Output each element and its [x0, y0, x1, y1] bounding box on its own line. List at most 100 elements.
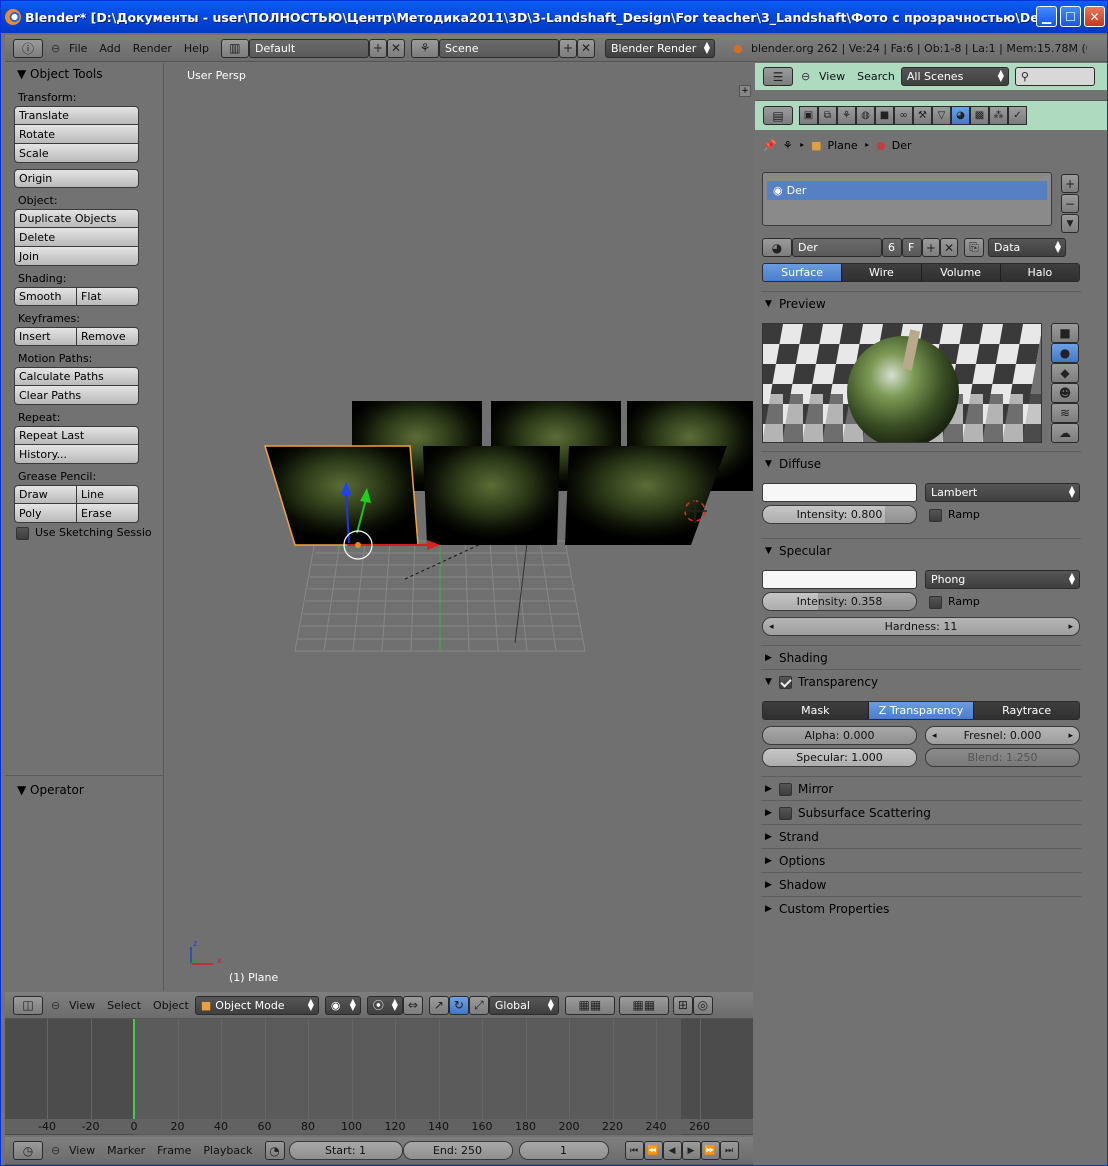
- constraints-tab-icon[interactable]: ∞: [894, 106, 913, 125]
- add-scene-button[interactable]: +: [558, 38, 577, 58]
- record-keyframe-icon[interactable]: ◔: [264, 1141, 285, 1160]
- repeat-last-button[interactable]: Repeat Last: [14, 426, 139, 445]
- timeline-editor-type[interactable]: ◷: [13, 1141, 43, 1160]
- 3d-viewport[interactable]: User Persp z x (1) Plane +: [165, 63, 753, 991]
- history-button[interactable]: History...: [14, 445, 139, 464]
- remove-slot-button[interactable]: −: [1061, 194, 1079, 213]
- menu-render[interactable]: Render: [127, 42, 178, 55]
- rotate-button[interactable]: Rotate: [14, 125, 139, 144]
- material-slot-list[interactable]: ◉ Der: [762, 172, 1052, 226]
- screen-layout-icon[interactable]: ▥: [220, 38, 249, 58]
- scene-view[interactable]: z x: [165, 63, 753, 991]
- menu-frame[interactable]: Frame: [151, 1144, 197, 1157]
- delete-button[interactable]: Delete: [14, 228, 139, 247]
- material-slot-item[interactable]: ◉ Der: [767, 181, 1047, 200]
- translate-button[interactable]: Translate: [14, 106, 139, 125]
- render-tab-icon[interactable]: ▣: [799, 106, 818, 125]
- specular-intensity-slider[interactable]: Intensity: 0.358: [762, 592, 917, 611]
- unlink-material-button[interactable]: ✕: [940, 238, 958, 257]
- shadow-header[interactable]: ▶ Shadow: [761, 875, 1081, 895]
- fresnel-field[interactable]: ◂ Fresnel: 0.000 ▸: [925, 726, 1080, 745]
- add-layout-button[interactable]: +: [368, 38, 387, 58]
- specular-header[interactable]: ▼ Specular: [761, 541, 1081, 561]
- end-frame-field[interactable]: End: 250: [402, 1141, 513, 1160]
- menu-select[interactable]: Select: [101, 999, 147, 1012]
- slot-menu-button[interactable]: ▼: [1061, 214, 1079, 233]
- current-frame-line[interactable]: [133, 1019, 135, 1119]
- specular-color-field[interactable]: [762, 570, 917, 589]
- join-button[interactable]: Join: [14, 247, 139, 266]
- prev-keyframe-button[interactable]: ⏪: [643, 1141, 663, 1160]
- insert-keyframe-button[interactable]: Insert: [14, 327, 77, 346]
- mode-z-transparency[interactable]: Z Transparency: [867, 702, 974, 719]
- menu-search[interactable]: Search: [851, 70, 901, 83]
- remove-layout-button[interactable]: ✕: [386, 38, 405, 58]
- strand-header[interactable]: ▶ Strand: [761, 827, 1081, 847]
- jump-end-button[interactable]: ⏭: [719, 1141, 739, 1160]
- fake-user-toggle[interactable]: F: [902, 238, 922, 257]
- new-material-button[interactable]: +: [922, 238, 940, 257]
- sketching-session-option[interactable]: Use Sketching Sessio: [5, 526, 163, 540]
- origin-button[interactable]: Origin: [14, 169, 139, 188]
- tab-surface[interactable]: Surface: [763, 264, 842, 281]
- hardness-field[interactable]: ◂ Hardness: 11 ▸: [762, 617, 1080, 636]
- properties-editor-type[interactable]: ▤: [763, 106, 793, 125]
- specular-alpha-slider[interactable]: Specular: 1.000: [762, 748, 917, 767]
- physics-tab-icon[interactable]: ✓: [1008, 106, 1027, 125]
- rotate-manipulator-icon[interactable]: ↻: [448, 995, 469, 1015]
- remove-scene-button[interactable]: ✕: [576, 38, 595, 58]
- specular-ramp-checkbox[interactable]: [929, 595, 942, 609]
- menu-playback[interactable]: Playback: [197, 1144, 258, 1157]
- viewport-collapse-icon[interactable]: ⊖: [51, 999, 63, 1012]
- timeline-area[interactable]: [5, 1019, 753, 1135]
- object-tools-header[interactable]: ▼ Object Tools: [5, 63, 163, 85]
- diffuse-ramp-checkbox[interactable]: [929, 508, 942, 522]
- alpha-slider[interactable]: Alpha: 0.000: [762, 726, 917, 745]
- editor-type-button[interactable]: ⓘ: [13, 38, 43, 58]
- timeline-collapse-icon[interactable]: ⊖: [51, 1144, 63, 1157]
- modifiers-tab-icon[interactable]: ⚒: [913, 106, 932, 125]
- viewport-editor-type[interactable]: ◫: [13, 995, 43, 1015]
- specular-shader-select[interactable]: Phong ▲ ▼: [925, 570, 1080, 589]
- viewport-shading-select[interactable]: ◉ ▲ ▼: [324, 995, 361, 1015]
- object-tab-icon[interactable]: ■: [875, 106, 894, 125]
- specular-ramp-option[interactable]: Ramp: [929, 595, 980, 609]
- material-tab-icon[interactable]: ◕: [951, 106, 970, 125]
- tab-halo[interactable]: Halo: [999, 264, 1079, 281]
- object-mode-select[interactable]: ■ Object Mode ▲ ▼: [194, 995, 319, 1015]
- menu-file[interactable]: File: [63, 42, 93, 55]
- collapse-menu-icon[interactable]: ⊖: [51, 42, 63, 55]
- mode-raytrace[interactable]: Raytrace: [973, 702, 1079, 719]
- scene-icon[interactable]: ⚘: [410, 38, 439, 58]
- pivot-point-select[interactable]: ⦿ ▲ ▼: [366, 995, 403, 1015]
- transparency-header[interactable]: ▼ Transparency: [761, 672, 1081, 692]
- outliner-editor-type[interactable]: ☰: [763, 67, 793, 86]
- poly-button[interactable]: Poly: [14, 504, 77, 523]
- scale-manipulator-icon[interactable]: ⤢: [468, 995, 489, 1015]
- render-engine-select[interactable]: Blender Render ▲ ▼: [604, 38, 715, 58]
- jump-start-button[interactable]: ⏮: [624, 1141, 644, 1160]
- erase-button[interactable]: Erase: [77, 504, 139, 523]
- scale-button[interactable]: Scale: [14, 144, 139, 163]
- current-frame-field[interactable]: 1: [518, 1141, 609, 1160]
- shading-header[interactable]: ▶ Shading: [761, 648, 1081, 668]
- duplicate-objects-button[interactable]: Duplicate Objects: [14, 209, 139, 228]
- preview-cube-icon[interactable]: ◆: [1051, 363, 1079, 383]
- menu-timeline-view[interactable]: View: [63, 1144, 101, 1157]
- scene-field[interactable]: Scene: [438, 38, 559, 58]
- tab-wire[interactable]: Wire: [841, 264, 921, 281]
- material-link-select[interactable]: Data ▲ ▼: [988, 238, 1066, 257]
- clear-paths-button[interactable]: Clear Paths: [14, 386, 139, 405]
- sss-checkbox[interactable]: [779, 806, 792, 820]
- custom-properties-header[interactable]: ▶ Custom Properties: [761, 899, 1081, 919]
- play-button[interactable]: ▶: [681, 1141, 701, 1160]
- menu-marker[interactable]: Marker: [101, 1144, 151, 1157]
- copy-material-icon[interactable]: ⎘: [964, 238, 984, 257]
- preview-sphere-icon[interactable]: ●: [1051, 343, 1079, 363]
- timeline-ruler[interactable]: -40 -20 0 20 40 60 80 100 120 140 160 180 200 220 240 2…: [5, 1119, 753, 1134]
- layout-field[interactable]: Default: [248, 38, 369, 58]
- outliner-search-input[interactable]: ⚲: [1014, 67, 1095, 86]
- mirror-checkbox[interactable]: [779, 782, 792, 796]
- diffuse-ramp-option[interactable]: Ramp: [929, 508, 980, 522]
- crumb-object[interactable]: Plane: [827, 139, 857, 152]
